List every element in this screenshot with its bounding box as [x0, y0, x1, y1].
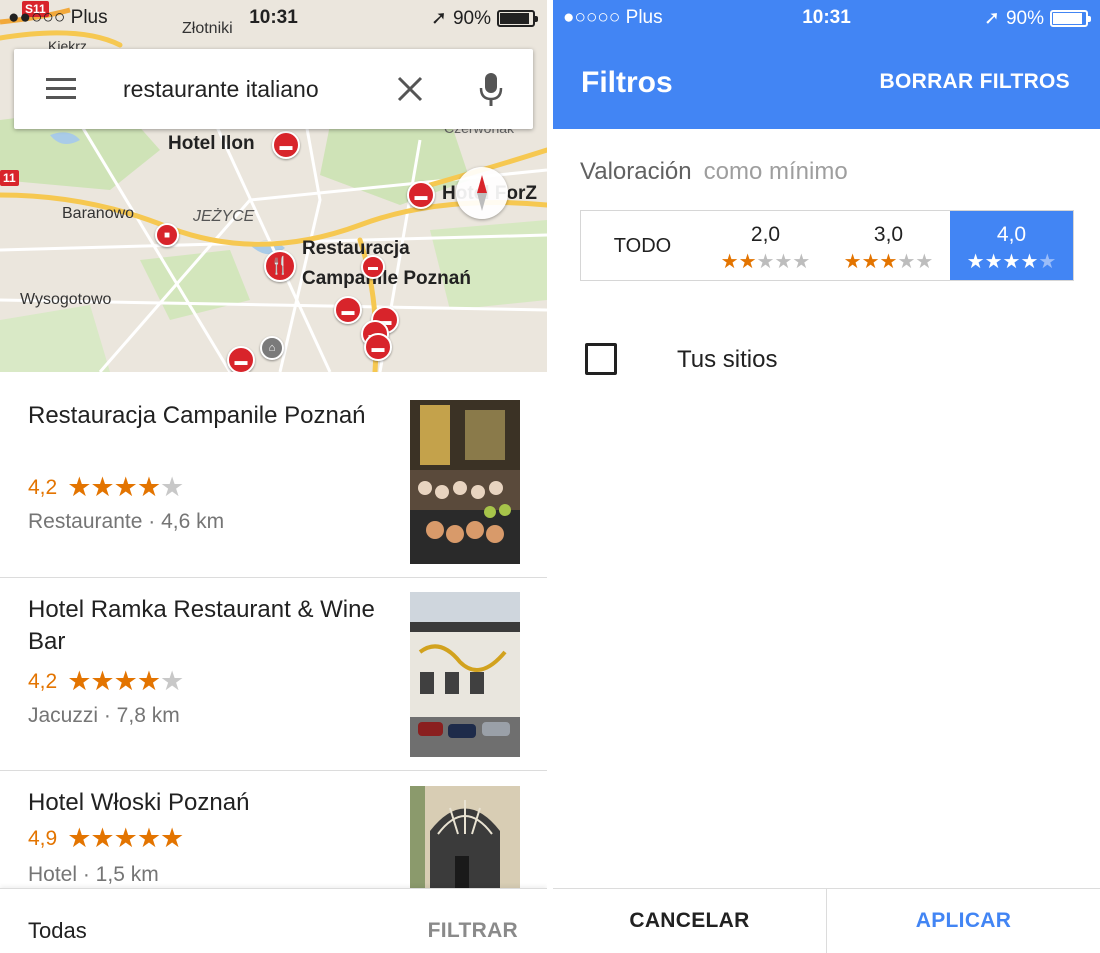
search-input[interactable]: restaurante italiano: [123, 76, 355, 103]
map-label-campanile-line2: Campanile Poznań: [302, 268, 471, 289]
location-arrow-icon: ➚: [431, 8, 447, 29]
filters-screen: ●○○○○ Plus 10:31 ➚ 90% Filtros BORRAR FI…: [553, 0, 1100, 953]
microphone-icon[interactable]: [479, 73, 503, 107]
hotel-pin-icon[interactable]: ▬: [364, 333, 392, 361]
clear-filters-button[interactable]: BORRAR FILTROS: [880, 70, 1070, 94]
battery-percent: 90%: [1005, 7, 1044, 29]
battery-percent: 90%: [452, 7, 491, 29]
rating-option-2[interactable]: 2,0 ★★★★★: [704, 211, 827, 280]
rating-option-label: 4,0: [996, 223, 1027, 246]
rating-label: Valoración: [580, 158, 692, 185]
hotel-pin-icon[interactable]: ▬: [227, 346, 255, 372]
result-name[interactable]: Hotel Włoski Poznań: [28, 787, 388, 819]
rating-option-label: 3,0: [873, 223, 904, 246]
all-results-label[interactable]: Todas: [28, 918, 87, 944]
place-pin-icon[interactable]: ■: [155, 223, 179, 247]
result-rating: 4,9 ★★★★★: [28, 823, 184, 854]
results-list: Restauracja Campanile Poznań 4,2 ★★★★★ R…: [0, 372, 547, 888]
result-photo[interactable]: [410, 786, 520, 888]
hotel-pin-icon[interactable]: ▬: [272, 131, 300, 159]
rating-filter-label: Valoración como mínimo: [580, 158, 848, 186]
star-rating-icon: ★★★★★: [843, 251, 934, 273]
rating-segmented-control: TODO 2,0 ★★★★★ 3,0 ★★★★★ 4,0 ★★★★★: [580, 210, 1074, 281]
star-rating-icon: ★★★★★: [720, 251, 811, 273]
search-bar[interactable]: restaurante italiano: [14, 49, 533, 129]
rating-sublabel: como mínimo: [703, 158, 848, 185]
location-arrow-icon: ➚: [984, 8, 1000, 29]
star-rating-icon: ★★★★★: [67, 472, 184, 502]
star-rating-icon: ★★★★★: [67, 823, 184, 853]
hotel-pin-icon[interactable]: ▬: [361, 255, 385, 279]
rating-option-4[interactable]: 4,0 ★★★★★: [950, 211, 1073, 280]
map-label-hotel-ilon: Hotel Ilon: [168, 133, 255, 154]
your-places-checkbox[interactable]: [585, 343, 617, 375]
map-label-wysogotowo: Wysogotowo: [20, 291, 112, 308]
list-item[interactable]: Restauracja Campanile Poznań 4,2 ★★★★★ R…: [0, 372, 547, 578]
star-rating-icon: ★★★★★: [966, 251, 1057, 273]
filters-footer: CANCELAR APLICAR: [553, 888, 1100, 953]
page-title: Filtros: [581, 66, 673, 99]
menu-icon[interactable]: [46, 78, 76, 100]
compass-icon[interactable]: [456, 167, 508, 219]
bottom-bar: Todas FILTRAR: [0, 888, 547, 953]
road-sign-11: 11: [0, 170, 19, 186]
close-icon[interactable]: [396, 75, 424, 103]
restaurant-pin-icon[interactable]: 🍴: [264, 250, 296, 282]
rating-value: 4,2: [28, 475, 58, 499]
status-bar: ●○○○○ Plus 10:31 ➚ 90%: [553, 0, 1100, 36]
result-photo[interactable]: [410, 592, 520, 757]
result-rating: 4,2 ★★★★★: [28, 472, 184, 503]
home-pin-icon[interactable]: ⌂: [260, 336, 284, 360]
result-rating: 4,2 ★★★★★: [28, 666, 184, 697]
rating-value: 4,9: [28, 826, 58, 850]
star-rating-icon: ★★★★★: [67, 666, 184, 696]
result-meta: Restaurante · 4,6 km: [28, 510, 225, 533]
filter-button[interactable]: FILTRAR: [428, 919, 518, 943]
your-places-label[interactable]: Tus sitios: [677, 346, 777, 374]
rating-option-3[interactable]: 3,0 ★★★★★: [827, 211, 950, 280]
map-view[interactable]: Złotniki Kiekrz Hotel Ilon Hotel ForZ Ba…: [0, 0, 547, 372]
apply-button[interactable]: APLICAR: [827, 889, 1100, 953]
rating-option-all[interactable]: TODO: [581, 211, 704, 280]
result-name[interactable]: Hotel Ramka Restaurant & Wine Bar: [28, 594, 388, 658]
map-label-campanile-line1: Restauracja: [302, 238, 410, 259]
hotel-pin-icon[interactable]: ▬: [407, 181, 435, 209]
hotel-pin-icon[interactable]: ▬: [334, 296, 362, 324]
filters-header: ●○○○○ Plus 10:31 ➚ 90% Filtros BORRAR FI…: [553, 0, 1100, 129]
battery-icon: [1050, 10, 1091, 27]
battery-icon: [497, 10, 538, 27]
result-meta: Jacuzzi · 7,8 km: [28, 704, 180, 727]
map-label-jezyce: JEŻYCE: [193, 208, 255, 225]
result-meta: Hotel · 1,5 km: [28, 863, 159, 886]
rating-option-label: 2,0: [750, 223, 781, 246]
rating-option-label: TODO: [613, 235, 672, 257]
list-item[interactable]: Hotel Włoski Poznań 4,9 ★★★★★ Hotel · 1,…: [0, 771, 547, 888]
cancel-button[interactable]: CANCELAR: [553, 889, 827, 953]
list-item[interactable]: Hotel Ramka Restaurant & Wine Bar 4,2 ★★…: [0, 578, 547, 771]
status-bar: ●●○○○ Plus 10:31 ➚ 90%: [0, 0, 547, 36]
result-photo[interactable]: [410, 400, 520, 564]
result-name[interactable]: Restauracja Campanile Poznań: [28, 400, 388, 432]
map-label-baranowo: Baranowo: [62, 205, 135, 222]
rating-value: 4,2: [28, 669, 58, 693]
search-results-screen: Złotniki Kiekrz Hotel Ilon Hotel ForZ Ba…: [0, 0, 547, 953]
